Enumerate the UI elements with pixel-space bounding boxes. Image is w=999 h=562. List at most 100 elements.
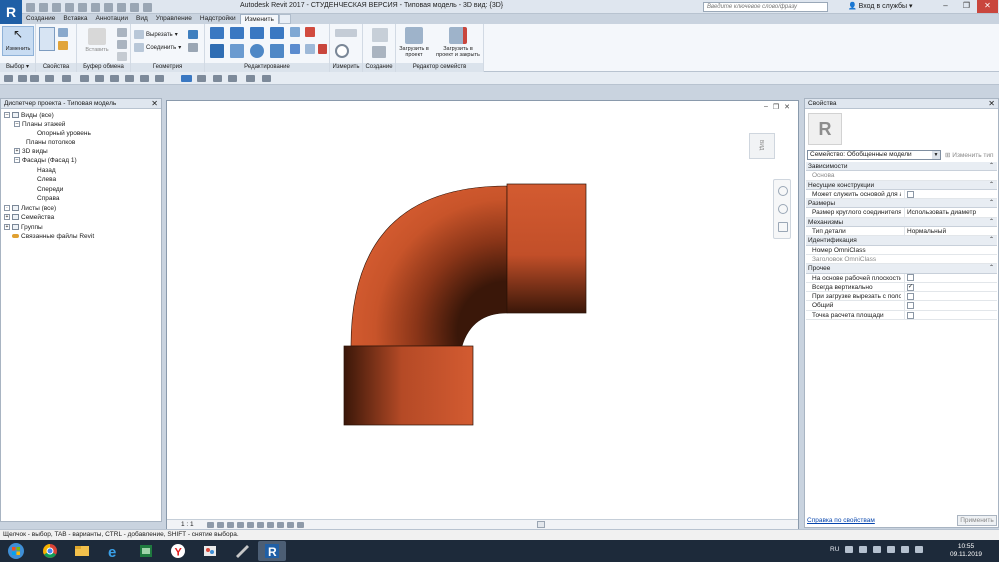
cut-button[interactable]: Вырезать ▾ bbox=[134, 30, 178, 39]
print-icon[interactable] bbox=[80, 75, 89, 82]
network-icon[interactable] bbox=[873, 546, 882, 553]
paste-button[interactable]: Вставить bbox=[80, 28, 114, 53]
prop-workplane-based[interactable]: На основе рабочей плоскости bbox=[806, 273, 997, 283]
prop-part-type[interactable]: Тип детали Нормальный bbox=[806, 227, 997, 237]
customize-icon[interactable] bbox=[262, 75, 271, 82]
taskbar-clock[interactable]: 10:55 09.11.2019 bbox=[950, 543, 982, 559]
unlock-icon[interactable] bbox=[277, 522, 284, 528]
tree-node-floor-plans[interactable]: – Планы этажей bbox=[14, 120, 65, 129]
expand-icon[interactable]: + bbox=[4, 224, 10, 231]
select-panel-label[interactable]: Выбор ▾ bbox=[0, 63, 35, 72]
sun-path-icon[interactable] bbox=[227, 522, 234, 528]
navbar-options-icon[interactable] bbox=[778, 222, 788, 232]
save-icon[interactable] bbox=[39, 2, 48, 12]
group-identity[interactable]: Идентификация ⌃ bbox=[806, 236, 997, 246]
close-hidden-icon[interactable] bbox=[143, 2, 152, 12]
prop-can-host[interactable]: Может служить основой для а... bbox=[806, 189, 997, 200]
tag-icon[interactable] bbox=[125, 75, 134, 82]
excel-icon[interactable] bbox=[132, 541, 160, 561]
move-icon[interactable] bbox=[210, 44, 224, 58]
rotate-icon[interactable] bbox=[250, 44, 264, 58]
checkbox[interactable] bbox=[907, 302, 914, 310]
file-explorer-icon[interactable] bbox=[68, 541, 96, 561]
internet-explorer-icon[interactable]: e bbox=[100, 541, 128, 561]
tree-node-families[interactable]: + Семейства bbox=[4, 213, 54, 222]
align-icon[interactable] bbox=[210, 27, 224, 39]
maximize-button[interactable]: ❐ bbox=[956, 0, 977, 13]
redo-icon[interactable] bbox=[65, 2, 74, 12]
tree-node-views[interactable]: – Виды (все) bbox=[4, 111, 54, 120]
hide-isolate-icon[interactable] bbox=[287, 522, 294, 528]
close-windows-icon[interactable] bbox=[197, 75, 206, 82]
tree-node-left[interactable]: Слева bbox=[37, 175, 56, 184]
tree-node-links[interactable]: Связанные файлы Revit bbox=[12, 232, 94, 241]
modify-icon[interactable] bbox=[4, 75, 13, 82]
edit-type-button[interactable]: ⊞ Изменить тип bbox=[945, 151, 994, 159]
tab-manage[interactable]: Управление bbox=[152, 14, 196, 24]
expand-icon[interactable]: + bbox=[4, 214, 10, 221]
tab-create[interactable]: Создание bbox=[22, 14, 59, 24]
close-icon[interactable]: ✕ bbox=[988, 99, 995, 109]
measure-icon[interactable] bbox=[91, 2, 100, 12]
collapse-icon[interactable]: – bbox=[14, 157, 20, 164]
revit-taskbar-icon[interactable]: R bbox=[258, 541, 286, 561]
tools-icon[interactable] bbox=[228, 541, 256, 561]
detail-level-icon[interactable] bbox=[207, 522, 214, 528]
view-scale[interactable]: 1 : 1 bbox=[181, 521, 194, 528]
undo-icon[interactable] bbox=[45, 75, 54, 82]
paint-icon[interactable] bbox=[196, 541, 224, 561]
revit-app-menu-icon[interactable]: R bbox=[0, 0, 22, 26]
open-icon[interactable] bbox=[26, 2, 35, 12]
apply-button[interactable]: Применить bbox=[957, 515, 997, 526]
group-mechanical[interactable]: Механизмы ⌃ bbox=[806, 217, 997, 228]
dropbox-icon[interactable] bbox=[859, 546, 868, 553]
tab-view[interactable]: Вид bbox=[132, 14, 152, 24]
zoom-icon[interactable] bbox=[778, 204, 788, 214]
measure-icon[interactable] bbox=[95, 75, 104, 82]
checkbox[interactable] bbox=[907, 190, 914, 198]
text-icon[interactable] bbox=[140, 75, 149, 82]
reveal-hidden-icon[interactable] bbox=[297, 522, 304, 528]
dimension-icon[interactable] bbox=[335, 44, 349, 58]
group-dimensions[interactable]: Размеры ⌃ bbox=[806, 199, 997, 209]
properties-icon[interactable] bbox=[39, 27, 55, 51]
tree-node-front[interactable]: Спереди bbox=[37, 185, 63, 194]
prop-omniclass-title[interactable]: Заголовок OmniClass bbox=[806, 255, 997, 265]
prop-always-vertical[interactable]: Всегда вертикально ✓ bbox=[806, 282, 997, 293]
array-icon[interactable] bbox=[290, 44, 300, 54]
tree-node-ref-level[interactable]: Опорный уровень bbox=[37, 129, 91, 138]
match-type-icon[interactable] bbox=[117, 52, 127, 61]
horizontal-scrollbar-thumb[interactable] bbox=[537, 521, 545, 528]
create-similar-icon[interactable] bbox=[372, 46, 386, 58]
checkbox[interactable] bbox=[907, 274, 914, 282]
copy-element-icon[interactable] bbox=[230, 44, 244, 58]
tree-node-sheets[interactable]: · Листы (все) bbox=[4, 204, 56, 213]
search-input[interactable]: Введите ключевое слово/фразу bbox=[703, 2, 828, 12]
collapse-icon[interactable]: – bbox=[14, 121, 20, 128]
family-types-icon[interactable] bbox=[58, 41, 68, 50]
load-and-close-button[interactable]: Загрузить в проект и закрыть bbox=[434, 27, 482, 58]
split-face-icon[interactable] bbox=[188, 43, 198, 52]
language-indicator[interactable]: RU bbox=[830, 546, 839, 553]
prop-room-calc-point[interactable]: Точка расчета площади bbox=[806, 310, 997, 321]
trim-extend-icon[interactable] bbox=[270, 44, 284, 58]
close-button[interactable]: ✕ bbox=[977, 0, 998, 13]
steering-wheel-icon[interactable] bbox=[778, 186, 788, 196]
battery-icon[interactable] bbox=[887, 546, 896, 553]
thin-lines-icon[interactable] bbox=[181, 75, 192, 82]
flag-icon[interactable] bbox=[915, 546, 924, 553]
group-other[interactable]: Прочее ⌃ bbox=[806, 264, 997, 274]
crop-icon[interactable] bbox=[257, 522, 264, 528]
start-button[interactable] bbox=[2, 541, 30, 561]
expand-icon[interactable]: + bbox=[14, 148, 20, 155]
checkbox-checked[interactable]: ✓ bbox=[907, 283, 914, 291]
3d-view-canvas[interactable]: – ❐ ✕ ВИД 1: 1 bbox=[166, 100, 799, 530]
pipe-elbow-model[interactable] bbox=[167, 101, 798, 519]
undo-icon[interactable] bbox=[52, 2, 61, 12]
open-icon[interactable] bbox=[18, 75, 27, 82]
properties-help-link[interactable]: Справка по свойствам bbox=[807, 517, 875, 524]
scale-icon[interactable] bbox=[305, 44, 315, 54]
volume-icon[interactable] bbox=[901, 546, 910, 553]
tree-node-3d-views[interactable]: +3D виды bbox=[14, 147, 48, 156]
yandex-browser-icon[interactable]: Y bbox=[164, 541, 192, 561]
